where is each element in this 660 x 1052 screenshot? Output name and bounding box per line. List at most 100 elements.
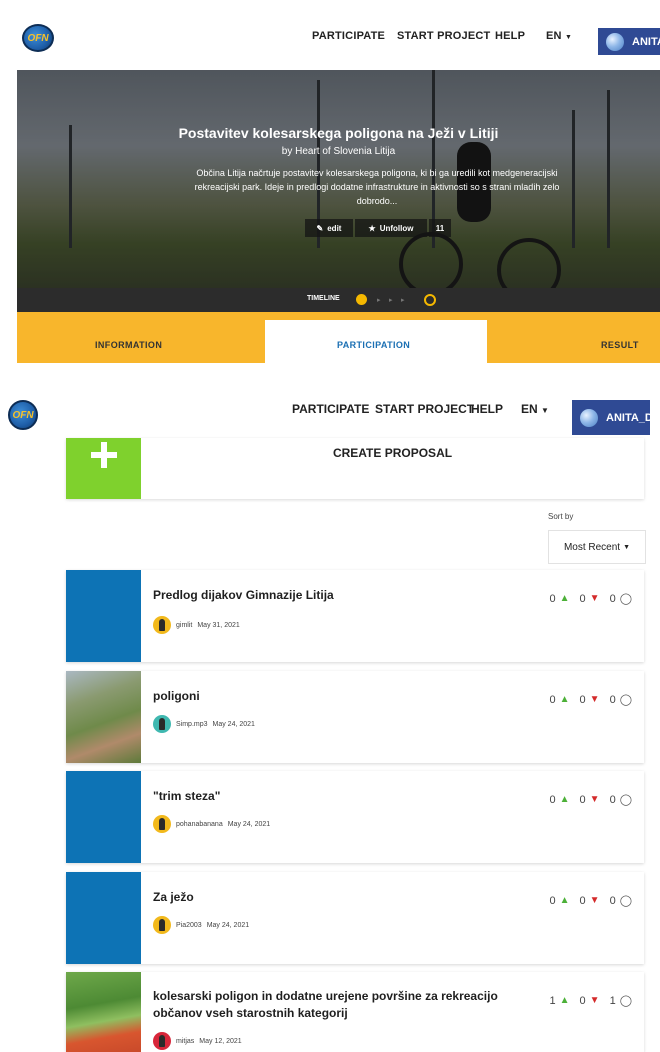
- avatar[interactable]: [153, 916, 171, 934]
- downvote-icon[interactable]: ▼: [590, 694, 600, 705]
- caret-down-icon: ▼: [541, 406, 549, 415]
- project-description: Občina Litija načrtuje postavitev kolesa…: [194, 168, 560, 206]
- language-label: EN: [546, 30, 562, 42]
- project-title: Postavitev kolesarskega poligona na Ježi…: [178, 125, 499, 141]
- proposal-card[interactable]: kolesarski poligon in dodatne urejene po…: [66, 972, 644, 1052]
- upvote-count: 0: [549, 693, 556, 706]
- comment-icon[interactable]: ◯: [620, 693, 632, 706]
- avatar[interactable]: [153, 815, 171, 833]
- create-proposal-button[interactable]: CREATE PROPOSAL: [66, 438, 644, 499]
- proposal-stats: 0 ▲ 0 ▼ 0 ◯: [549, 894, 633, 908]
- proposal-thumbnail: [66, 771, 141, 863]
- proposal-title[interactable]: poligoni: [153, 688, 513, 705]
- logo[interactable]: OFN: [22, 24, 54, 52]
- timeline-end-dot[interactable]: [424, 294, 436, 306]
- avatar[interactable]: [153, 616, 171, 634]
- tab-participation[interactable]: PARTICIPATION: [337, 340, 410, 350]
- proposal-meta: Pia2003 May 24, 2021: [153, 916, 249, 934]
- proposal-meta: Simp.mp3 May 24, 2021: [153, 715, 255, 733]
- proposal-thumbnail: [66, 972, 141, 1052]
- proposal-title[interactable]: Za ježo: [153, 889, 513, 906]
- comment-count: 0: [609, 793, 616, 806]
- nav-help[interactable]: HELP: [471, 402, 503, 416]
- upvote-count: 0: [549, 894, 556, 907]
- downvote-count: 0: [579, 894, 586, 907]
- comment-count: 0: [609, 693, 616, 706]
- proposal-card[interactable]: "trim steza" pohanabanana May 24, 2021 0…: [66, 771, 644, 863]
- language-selector[interactable]: EN ▼: [521, 402, 549, 416]
- proposal-title[interactable]: Predlog dijakov Gimnazije Litija: [153, 587, 513, 604]
- sort-dropdown[interactable]: Most Recent ▼: [548, 530, 646, 564]
- proposal-title[interactable]: "trim steza": [153, 788, 513, 805]
- nav-start-project[interactable]: START PROJECT: [375, 402, 474, 416]
- comment-icon[interactable]: ◯: [620, 894, 632, 907]
- upvote-icon[interactable]: ▲: [560, 694, 570, 705]
- avatar[interactable]: [153, 1032, 171, 1050]
- chevron-right-icon: ▸: [389, 297, 393, 304]
- sort-value: Most Recent: [563, 541, 621, 553]
- proposal-title[interactable]: kolesarski poligon in dodatne urejene po…: [153, 988, 513, 1022]
- proposal-meta: mitjas May 12, 2021: [153, 1032, 242, 1050]
- proposal-author[interactable]: mitjas: [176, 1038, 194, 1045]
- unfollow-label: Unfollow: [379, 223, 414, 233]
- upvote-icon[interactable]: ▲: [560, 794, 570, 805]
- downvote-count: 0: [579, 693, 586, 706]
- tab-result[interactable]: RESULT: [601, 340, 639, 350]
- downvote-count: 0: [579, 592, 586, 605]
- comment-count: 1: [609, 994, 616, 1007]
- user-menu-button[interactable]: ANITA_DO: [572, 400, 650, 435]
- avatar[interactable]: [153, 715, 171, 733]
- followers-count: 11: [429, 219, 451, 237]
- proposal-date: May 24, 2021: [227, 820, 271, 828]
- proposal-card[interactable]: poligoni Simp.mp3 May 24, 2021 0 ▲ 0 ▼ 0 ◯: [66, 671, 644, 763]
- logo[interactable]: OFN: [8, 400, 38, 430]
- edit-button[interactable]: ✎ edit: [305, 219, 353, 237]
- proposal-author[interactable]: Pia2003: [176, 922, 202, 929]
- project-owner: by Heart of Slovenia Litija: [281, 146, 396, 157]
- edit-icon: ✎: [316, 223, 324, 233]
- language-selector[interactable]: EN ▼: [546, 30, 572, 42]
- timeline-current-dot[interactable]: [356, 294, 367, 305]
- timeline-bar: TIMELINE ▸ ▸ ▸: [17, 288, 660, 312]
- nav-participate[interactable]: PARTICIPATE: [292, 402, 369, 416]
- tab-information[interactable]: INFORMATION: [95, 340, 162, 350]
- nav-participate[interactable]: PARTICIPATE: [312, 30, 385, 42]
- project-hero: Postavitev kolesarskega poligona na Ježi…: [17, 70, 660, 288]
- downvote-icon[interactable]: ▼: [590, 995, 600, 1006]
- proposal-card[interactable]: Za ježo Pia2003 May 24, 2021 0 ▲ 0 ▼ 0 ◯: [66, 872, 644, 964]
- proposal-stats: 0 ▲ 0 ▼ 0 ◯: [550, 793, 633, 807]
- downvote-icon[interactable]: ▼: [590, 794, 600, 805]
- create-proposal-label: CREATE PROPOSAL: [332, 446, 453, 460]
- comment-icon[interactable]: ◯: [620, 592, 632, 605]
- proposal-thumbnail: [66, 671, 141, 763]
- user-menu-button[interactable]: ANITA: [598, 28, 660, 55]
- proposal-stats: 0 ▲ 0 ▼ 0 ◯: [549, 693, 633, 707]
- nav-help[interactable]: HELP: [495, 30, 525, 42]
- language-label: EN: [521, 402, 538, 416]
- proposal-card[interactable]: Predlog dijakov Gimnazije Litija gimlit …: [66, 570, 644, 662]
- upvote-icon[interactable]: ▲: [560, 895, 570, 906]
- unfollow-button[interactable]: ★ Unfollow: [355, 219, 427, 237]
- avatar: [580, 408, 598, 427]
- comment-count: 0: [609, 894, 616, 907]
- proposal-author[interactable]: Simp.mp3: [176, 721, 208, 728]
- downvote-icon[interactable]: ▼: [590, 895, 600, 906]
- proposal-author[interactable]: gimlit: [176, 622, 192, 629]
- upvote-icon[interactable]: ▲: [560, 593, 570, 604]
- upvote-icon[interactable]: ▲: [560, 995, 570, 1006]
- plus-icon: [66, 438, 141, 499]
- proposal-author[interactable]: pohanabanana: [176, 821, 223, 828]
- downvote-count: 0: [579, 994, 586, 1007]
- proposal-stats: 1 ▲ 0 ▼ 1 ◯: [550, 994, 633, 1008]
- proposal-thumbnail: [66, 570, 141, 662]
- comment-icon[interactable]: ◯: [620, 994, 632, 1007]
- timeline-label: TIMELINE: [307, 295, 340, 302]
- comment-icon[interactable]: ◯: [620, 793, 632, 806]
- proposal-meta: pohanabanana May 24, 2021: [153, 815, 270, 833]
- downvote-icon[interactable]: ▼: [590, 593, 600, 604]
- comment-count: 0: [609, 592, 616, 605]
- top-header: OFN PARTICIPATE START PROJECT HELP EN ▼ …: [0, 0, 660, 70]
- project-tabs: INFORMATION PARTICIPATION RESULT: [17, 312, 660, 363]
- chevron-right-icon: ▸: [377, 297, 381, 304]
- nav-start-project[interactable]: START PROJECT: [397, 30, 490, 42]
